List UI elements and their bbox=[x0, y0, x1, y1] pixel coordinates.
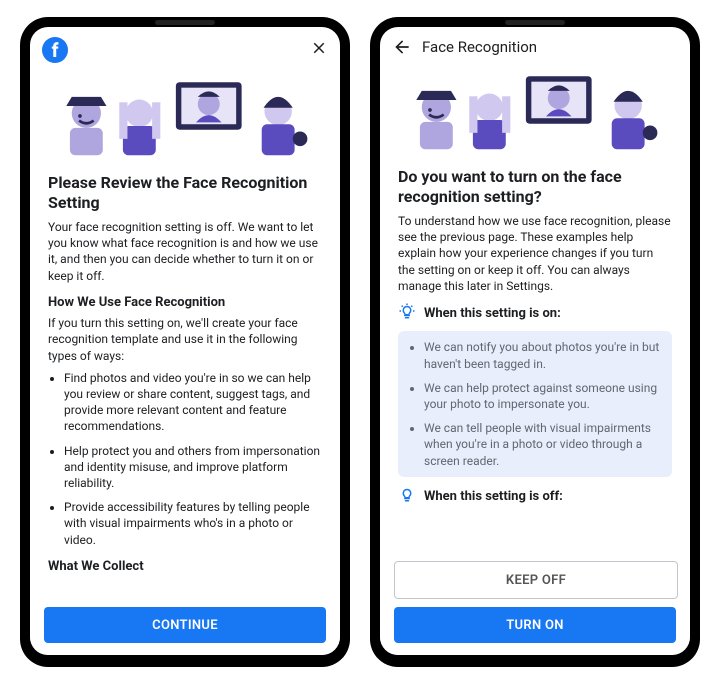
intro-text: To understand how we use face recognitio… bbox=[398, 213, 672, 294]
setting-on-label: When this setting is on: bbox=[424, 305, 561, 323]
setting-off-heading: When this setting is off: bbox=[398, 485, 672, 509]
screen-1: f bbox=[30, 27, 340, 655]
list-item: Help protect you and others from imperso… bbox=[64, 443, 322, 492]
list-item: We can help protect against someone usin… bbox=[424, 380, 662, 412]
header-title: Face Recognition bbox=[422, 38, 537, 56]
list-item: Find photos and video you're in so we ca… bbox=[64, 370, 322, 435]
setting-on-info-box: We can notify you about photos you're in… bbox=[398, 331, 672, 476]
continue-button[interactable]: CONTINUE bbox=[44, 607, 326, 643]
intro-text: Your face recognition setting is off. We… bbox=[48, 219, 322, 284]
topbar: f bbox=[30, 27, 340, 67]
section-intro: If you turn this setting on, we'll creat… bbox=[48, 315, 322, 364]
facebook-logo-icon: f bbox=[42, 37, 68, 63]
content-scroll: Do you want to turn on the face recognit… bbox=[380, 159, 690, 553]
setting-off-label: When this setting is off: bbox=[424, 488, 563, 506]
hero-illustration bbox=[30, 67, 340, 165]
hero-illustration bbox=[380, 61, 690, 159]
close-icon[interactable] bbox=[310, 39, 328, 61]
turn-on-button[interactable]: TURN ON bbox=[394, 607, 676, 643]
list-item: We can notify you about photos you're in… bbox=[424, 339, 662, 371]
setting-on-heading: When this setting is on: bbox=[398, 302, 672, 326]
page-title: Please Review the Face Recognition Setti… bbox=[48, 173, 322, 213]
content-scroll: Please Review the Face Recognition Setti… bbox=[30, 165, 340, 599]
bottom-bar: CONTINUE bbox=[30, 599, 340, 655]
topbar: Face Recognition bbox=[380, 27, 690, 61]
list-item: We can tell people with visual impairmen… bbox=[424, 420, 662, 469]
lightbulb-off-icon bbox=[398, 485, 416, 509]
phone-frame-left: f bbox=[20, 17, 350, 667]
screen-2: Face Recognition bbox=[380, 27, 690, 655]
page-title: Do you want to turn on the face recognit… bbox=[398, 167, 672, 207]
back-arrow-icon[interactable] bbox=[392, 37, 412, 57]
list-item: Provide accessibility features by tellin… bbox=[64, 499, 322, 548]
phone-frame-right: Face Recognition bbox=[370, 17, 700, 667]
keep-off-button[interactable]: KEEP OFF bbox=[394, 561, 678, 599]
section-heading: How We Use Face Recognition bbox=[48, 294, 322, 312]
bottom-bar: KEEP OFF TURN ON bbox=[380, 553, 690, 655]
section2-heading: What We Collect bbox=[48, 558, 322, 576]
lightbulb-on-icon bbox=[398, 302, 416, 326]
